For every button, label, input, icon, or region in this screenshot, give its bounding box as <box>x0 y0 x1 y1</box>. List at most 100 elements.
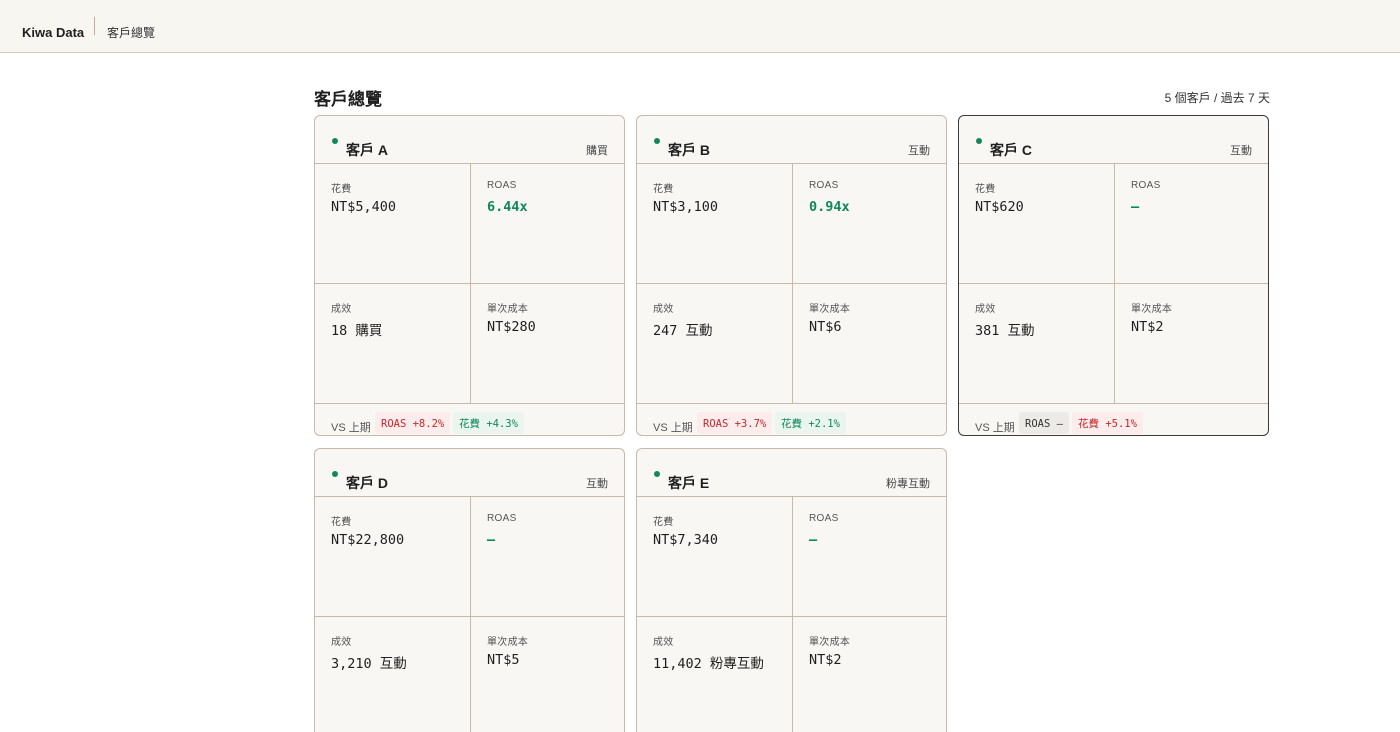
spend-cell: 花費 NT$3,100 <box>637 164 792 284</box>
roas-cell: ROAS — <box>470 497 624 617</box>
client-name: 客戶 A <box>346 142 388 158</box>
roas-label: ROAS <box>487 180 517 191</box>
results-value: 247 互動 <box>653 323 713 339</box>
cpa-cell: 單次成本 NT$280 <box>470 284 624 404</box>
card-header: 客戶 B 互動 <box>637 116 946 164</box>
cpa-value: NT$280 <box>487 319 536 335</box>
client-card[interactable]: 客戶 A 購買 花費 NT$5,400 ROAS 6.44x 成效 18 購買 … <box>314 115 625 436</box>
spend-value: NT$620 <box>975 199 1024 215</box>
spend-value: NT$7,340 <box>653 532 719 548</box>
spend-change-chip: 花費 +5.1% <box>1072 412 1143 434</box>
results-cell: 成效 18 購買 <box>315 284 470 404</box>
page-title: 客戶總覽 <box>314 90 382 109</box>
status-dot-icon <box>654 138 660 144</box>
cpa-cell: 單次成本 NT$5 <box>470 617 624 732</box>
roas-value: — <box>487 532 496 548</box>
vs-label: VS 上期 <box>331 422 371 434</box>
cpa-value: NT$2 <box>1131 319 1164 335</box>
roas-label: ROAS <box>487 513 517 524</box>
results-label: 成效 <box>331 637 352 648</box>
objective-tag: 互動 <box>908 145 930 157</box>
results-value: 3,210 互動 <box>331 656 407 672</box>
card-header: 客戶 E 粉專互動 <box>637 449 946 497</box>
status-dot-icon <box>976 138 982 144</box>
roas-change-chip: ROAS — <box>1019 412 1069 434</box>
results-value: 381 互動 <box>975 323 1035 339</box>
status-dot-icon <box>332 471 338 477</box>
top-bar: Kiwa Data 客戶總覽 <box>0 0 1400 53</box>
spend-value: NT$22,800 <box>331 532 405 548</box>
spend-value: NT$3,100 <box>653 199 719 215</box>
cpa-label: 單次成本 <box>809 304 851 315</box>
results-cell: 成效 247 互動 <box>637 284 792 404</box>
roas-change-chip: ROAS +3.7% <box>697 412 773 434</box>
cpa-cell: 單次成本 NT$2 <box>1114 284 1268 404</box>
objective-tag: 互動 <box>586 478 608 490</box>
compare-row: VS 上期 ROAS — 花費 +5.1% <box>959 404 1268 435</box>
spend-cell: 花費 NT$5,400 <box>315 164 470 284</box>
breadcrumb[interactable]: 客戶總覽 <box>107 24 155 41</box>
brand-divider <box>94 17 95 35</box>
card-header: 客戶 A 購買 <box>315 116 624 164</box>
spend-label: 花費 <box>653 184 674 195</box>
client-name: 客戶 D <box>346 475 388 491</box>
roas-change-chip: ROAS +8.2% <box>375 412 451 434</box>
results-label: 成效 <box>653 637 674 648</box>
cpa-label: 單次成本 <box>809 637 851 648</box>
brand-logo[interactable]: Kiwa Data <box>22 25 84 40</box>
spend-cell: 花費 NT$620 <box>959 164 1114 284</box>
cpa-cell: 單次成本 NT$2 <box>792 617 946 732</box>
cpa-label: 單次成本 <box>487 304 529 315</box>
roas-cell: ROAS 6.44x <box>470 164 624 284</box>
compare-row: VS 上期 ROAS +8.2% 花費 +4.3% <box>315 404 624 435</box>
results-value: 18 購買 <box>331 323 383 339</box>
results-cell: 成效 3,210 互動 <box>315 617 470 732</box>
compare-row: VS 上期 ROAS +3.7% 花費 +2.1% <box>637 404 946 435</box>
status-dot-icon <box>654 471 660 477</box>
results-label: 成效 <box>653 304 674 315</box>
results-cell: 成效 11,402 粉專互動 <box>637 617 792 732</box>
spend-label: 花費 <box>653 517 674 528</box>
spend-label: 花費 <box>331 184 352 195</box>
roas-cell: ROAS — <box>1114 164 1268 284</box>
client-name: 客戶 B <box>668 142 710 158</box>
client-name: 客戶 C <box>990 142 1032 158</box>
spend-change-chip: 花費 +4.3% <box>453 412 524 434</box>
client-card[interactable]: 客戶 C 互動 花費 NT$620 ROAS — 成效 381 互動 單次成本 … <box>958 115 1269 436</box>
client-card[interactable]: 客戶 D 互動 花費 NT$22,800 ROAS — 成效 3,210 互動 … <box>314 448 625 732</box>
roas-label: ROAS <box>1131 180 1161 191</box>
results-label: 成效 <box>331 304 352 315</box>
results-label: 成效 <box>975 304 996 315</box>
objective-tag: 粉專互動 <box>886 478 930 490</box>
roas-cell: ROAS — <box>792 497 946 617</box>
roas-value: — <box>1131 199 1140 215</box>
cpa-value: NT$6 <box>809 319 842 335</box>
results-cell: 成效 381 互動 <box>959 284 1114 404</box>
cpa-value: NT$2 <box>809 652 842 668</box>
spend-label: 花費 <box>975 184 996 195</box>
spend-value: NT$5,400 <box>331 199 397 215</box>
spend-cell: 花費 NT$7,340 <box>637 497 792 617</box>
client-card[interactable]: 客戶 E 粉專互動 花費 NT$7,340 ROAS — 成效 11,402 粉… <box>636 448 947 732</box>
cpa-label: 單次成本 <box>1131 304 1173 315</box>
status-dot-icon <box>332 138 338 144</box>
client-name: 客戶 E <box>668 475 710 491</box>
spend-label: 花費 <box>331 517 352 528</box>
objective-tag: 購買 <box>586 145 608 157</box>
spend-change-chip: 花費 +2.1% <box>775 412 846 434</box>
roas-cell: ROAS 0.94x <box>792 164 946 284</box>
cpa-cell: 單次成本 NT$6 <box>792 284 946 404</box>
card-header: 客戶 C 互動 <box>959 116 1268 164</box>
roas-value: 6.44x <box>487 199 528 215</box>
roas-value: 0.94x <box>809 199 850 215</box>
client-card[interactable]: 客戶 B 互動 花費 NT$3,100 ROAS 0.94x 成效 247 互動… <box>636 115 947 436</box>
card-header: 客戶 D 互動 <box>315 449 624 497</box>
vs-label: VS 上期 <box>653 422 693 434</box>
spend-cell: 花費 NT$22,800 <box>315 497 470 617</box>
objective-tag: 互動 <box>1230 145 1252 157</box>
vs-label: VS 上期 <box>975 422 1015 434</box>
roas-label: ROAS <box>809 180 839 191</box>
cpa-value: NT$5 <box>487 652 520 668</box>
roas-label: ROAS <box>809 513 839 524</box>
page-meta: 5 個客戶 / 過去 7 天 <box>1164 91 1270 105</box>
